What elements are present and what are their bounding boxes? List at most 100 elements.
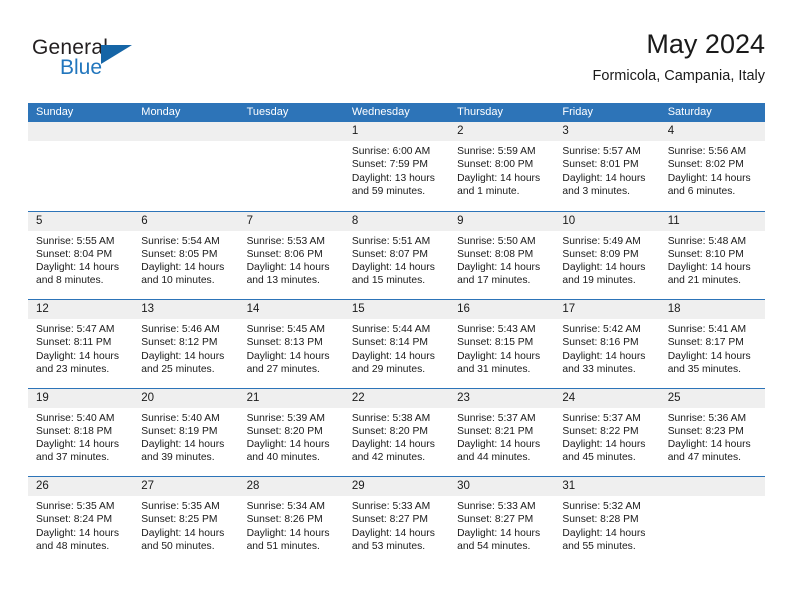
day-detail-line: Sunrise: 5:33 AM [457,501,536,512]
day-details: Sunrise: 5:51 AM Sunset: 8:07 PM Daylight:… [344,231,449,288]
day-number: 21 [246,391,260,404]
day-details: Sunrise: 5:33 AM Sunset: 8:27 PM Daylight:… [344,496,449,553]
day-detail-line: and 53 minutes. [351,540,426,552]
day-cell[interactable]: 13 Sunrise: 5:46 AM Sunset: 8:12 PM Dayligh… [133,300,239,388]
day-detail-line: and 48 minutes. [36,540,110,552]
day-details: Sunrise: 5:49 AM Sunset: 8:09 PM Daylight:… [554,231,659,288]
day-cell[interactable]: 18 Sunrise: 5:41 AM Sunset: 8:17 PM Dayligh… [659,300,765,388]
day-number: 22 [351,391,365,404]
day-detail-line: Sunrise: 5:33 AM [351,501,431,512]
day-number-band: 30 [449,477,555,496]
day-detail-line: Daylight: 14 hours [246,527,330,539]
day-detail-line: Sunset: 8:06 PM [246,248,323,260]
day-detail-line: and 50 minutes. [141,540,215,552]
weekday-header-row: Sunday Monday Tuesday Wednesday Thursday Frid… [28,103,765,122]
day-number-band: 6 [133,211,239,231]
day-cell[interactable]: 14 Sunrise: 5:45 AM Sunset: 8:13 PM Dayligh… [238,300,344,388]
day-detail-line: Sunset: 8:08 PM [457,248,534,260]
day-detail-line: Sunrise: 5:35 AM [141,501,220,512]
day-details: Sunrise: 5:56 AM Sunset: 8:02 PM Daylight:… [660,141,765,198]
day-detail-line: Daylight: 14 hours [351,439,435,451]
day-cell[interactable]: 29 Sunrise: 5:33 AM Sunset: 8:27 PM Dayligh… [343,477,450,565]
day-detail-line: Sunset: 8:07 PM [351,248,428,260]
day-cell[interactable]: 30 Sunrise: 5:33 AM Sunset: 8:27 PM Dayligh… [449,477,555,565]
day-details: Sunrise: 5:53 AM Sunset: 8:06 PM Daylight:… [239,231,344,288]
day-cell[interactable]: 11 Sunrise: 5:48 AM Sunset: 8:10 PM Dayligh… [659,211,765,299]
day-detail-line: Daylight: 14 hours [667,350,751,362]
day-cell[interactable]: 20 Sunrise: 5:40 AM Sunset: 8:19 PM Dayligh… [133,388,239,476]
day-number-band: 21 [238,388,344,408]
day-detail-line: Sunrise: 5:51 AM [351,235,431,247]
day-detail-line: Sunrise: 5:55 AM [36,235,115,247]
day-cell[interactable]: 10 Sunrise: 5:49 AM Sunset: 8:09 PM Dayligh… [554,211,660,299]
day-detail-line: Sunset: 8:11 PM [36,337,112,349]
day-cell[interactable]: 8 Sunrise: 5:51 AM Sunset: 8:07 PM Daylight… [343,211,450,299]
day-details: Sunrise: 5:35 AM Sunset: 8:25 PM Daylight:… [133,496,238,553]
day-details: Sunrise: 5:54 AM Sunset: 8:05 PM Daylight:… [133,231,238,288]
day-number-band: 15 [343,300,450,319]
day-detail-line: Sunrise: 5:37 AM [562,412,641,424]
day-number-band: 2 [449,122,555,141]
day-cell[interactable]: 21 Sunrise: 5:39 AM Sunset: 8:20 PM Dayligh… [238,388,344,476]
day-cell[interactable]: 26 Sunrise: 5:35 AM Sunset: 8:24 PM Dayligh… [28,477,134,565]
day-details: Sunrise: 5:59 AM Sunset: 8:00 PM Daylight:… [449,141,554,198]
day-cell[interactable]: 17 Sunrise: 5:42 AM Sunset: 8:16 PM Dayligh… [554,300,660,388]
day-detail-line: Sunrise: 5:41 AM [667,324,747,335]
day-cell[interactable]: 7 Sunrise: 5:53 AM Sunset: 8:06 PM Daylight… [238,211,344,299]
day-detail-line: Sunrise: 5:40 AM [141,412,220,424]
day-details: Sunrise: 5:55 AM Sunset: 8:04 PM Daylight:… [28,231,133,288]
day-detail-line: Sunrise: 5:56 AM [667,146,747,157]
day-detail-line: and 8 minutes. [36,275,104,287]
day-detail-line: Sunrise: 5:43 AM [457,324,536,335]
day-number: 27 [141,480,155,492]
day-number: 16 [457,303,470,315]
general-blue-logo[interactable]: General Blue [32,36,152,86]
day-detail-line: and 33 minutes. [562,363,636,375]
day-details: Sunrise: 5:40 AM Sunset: 8:18 PM Daylight:… [28,408,133,465]
day-cell[interactable]: 22 Sunrise: 5:38 AM Sunset: 8:20 PM Dayligh… [343,388,450,476]
day-cell[interactable]: 23 Sunrise: 5:37 AM Sunset: 8:21 PM Dayligh… [449,388,555,476]
day-cell[interactable]: 16 Sunrise: 5:43 AM Sunset: 8:15 PM Dayligh… [449,300,555,388]
day-number-band: 29 [343,477,450,496]
title-block: May 2024 Formicola, Campania, Italy [593,28,765,86]
triangle-icon [101,45,132,64]
day-details: Sunrise: 6:00 AM Sunset: 7:59 PM Daylight:… [344,141,449,198]
day-cell[interactable]: 28 Sunrise: 5:34 AM Sunset: 8:26 PM Dayligh… [238,477,344,565]
day-number-band: 23 [449,388,555,408]
day-cell[interactable]: 1 Sunrise: 6:00 AM Sunset: 7:59 PM Daylight… [343,122,450,211]
day-detail-line: and 40 minutes. [246,452,320,464]
day-cell[interactable]: 15 Sunrise: 5:44 AM Sunset: 8:14 PM Dayligh… [343,300,450,388]
weekday-header-friday: Friday [562,106,593,118]
day-detail-line: and 17 minutes. [457,275,531,287]
day-cell[interactable]: 6 Sunrise: 5:54 AM Sunset: 8:05 PM Daylight… [133,211,239,299]
day-detail-line: Sunrise: 5:34 AM [246,501,325,512]
day-detail-line: Sunrise: 5:39 AM [246,412,325,424]
day-number: 11 [667,214,680,227]
day-cell[interactable]: 31 Sunrise: 5:32 AM Sunset: 8:28 PM Dayligh… [554,477,660,565]
day-number-band [133,122,239,141]
day-cell[interactable]: 24 Sunrise: 5:37 AM Sunset: 8:22 PM Dayligh… [554,388,660,476]
day-number-band: 12 [28,300,134,319]
day-cell[interactable]: 9 Sunrise: 5:50 AM Sunset: 8:08 PM Daylight… [449,211,555,299]
day-cell[interactable]: 25 Sunrise: 5:36 AM Sunset: 8:23 PM Dayligh… [659,388,765,476]
day-detail-line: Daylight: 14 hours [667,262,751,274]
day-cell[interactable]: 27 Sunrise: 5:35 AM Sunset: 8:25 PM Dayligh… [133,477,239,565]
day-detail-line: Daylight: 14 hours [457,262,541,274]
day-cell[interactable]: 19 Sunrise: 5:40 AM Sunset: 8:18 PM Dayligh… [28,388,134,476]
day-detail-line: Daylight: 13 hours [351,172,435,184]
day-detail-line: Daylight: 14 hours [457,439,541,451]
day-number-band: 8 [343,211,450,231]
day-cell[interactable]: 12 Sunrise: 5:47 AM Sunset: 8:11 PM Dayligh… [28,300,134,388]
day-detail-line: Sunset: 8:15 PM [457,337,534,349]
day-number-band: 24 [554,388,660,408]
day-detail-line: Sunset: 8:18 PM [36,425,113,437]
day-cell[interactable]: 2 Sunrise: 5:59 AM Sunset: 8:00 PM Daylight… [449,122,555,211]
day-cell[interactable]: 4 Sunrise: 5:56 AM Sunset: 8:02 PM Daylight… [659,122,765,211]
calendar-week-row: 19 Sunrise: 5:40 AM Sunset: 8:18 PM Dayligh… [28,387,765,476]
day-cell[interactable]: 5 Sunrise: 5:55 AM Sunset: 8:04 PM Daylight… [28,211,134,299]
day-detail-line: Sunrise: 5:37 AM [457,412,536,424]
day-number-band: 14 [238,300,344,319]
day-number: 31 [562,480,576,492]
day-cell[interactable]: 3 Sunrise: 5:57 AM Sunset: 8:01 PM Daylight… [554,122,660,211]
page-title: May 2024 [646,29,765,59]
